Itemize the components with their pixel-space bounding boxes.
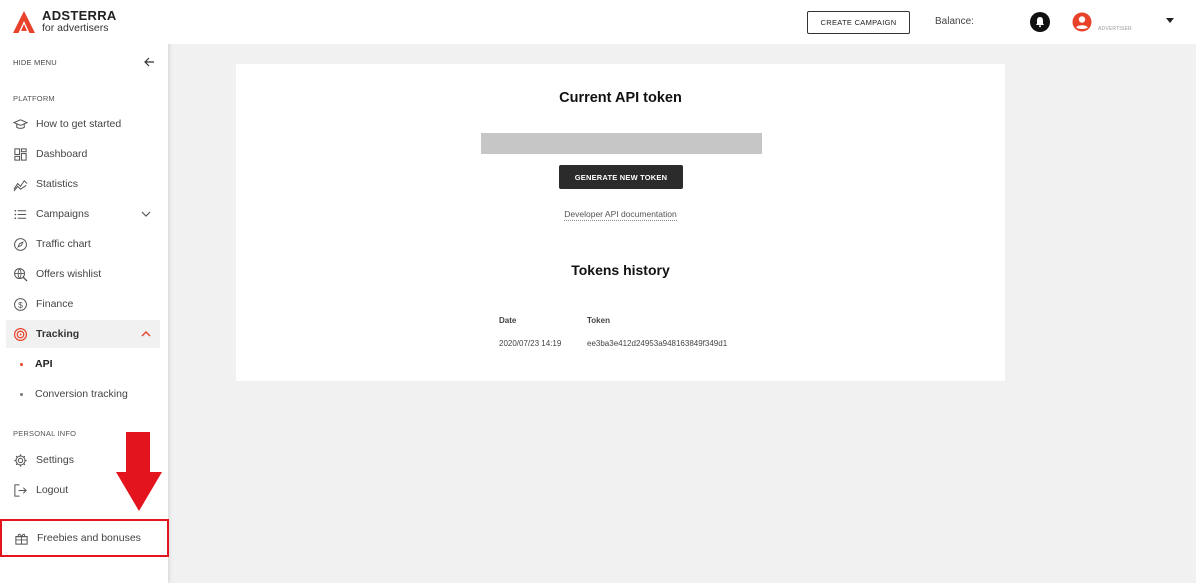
dashboard-icon	[13, 147, 28, 162]
hide-menu-label: HIDE MENU	[13, 57, 57, 67]
brand-name: ADSTERRA	[42, 8, 117, 23]
sidebar-item-label: Settings	[36, 454, 74, 466]
gift-icon	[14, 531, 29, 546]
sidebar-item-label: How to get started	[36, 118, 122, 130]
hide-menu-toggle[interactable]: HIDE MENU	[13, 53, 155, 71]
annotation-arrow-icon	[116, 432, 162, 511]
caret-down-icon[interactable]	[1166, 18, 1174, 24]
top-bar: CREATE CAMPAIGN Balance: ADVERTISER	[168, 0, 1196, 44]
dollar-icon: $	[13, 297, 28, 312]
developer-api-docs-link[interactable]: Developer API documentation	[564, 209, 677, 221]
chevron-up-icon	[141, 331, 151, 337]
sidebar-item-finance[interactable]: $ Finance	[6, 290, 160, 318]
sidebar-item-dashboard[interactable]: Dashboard	[6, 140, 160, 168]
sidebar-item-label: Freebies and bonuses	[37, 532, 141, 544]
graduation-cap-icon	[13, 117, 28, 132]
sidebar-item-statistics[interactable]: Statistics	[6, 170, 160, 198]
tokens-history-title: Tokens history	[571, 262, 670, 278]
balance-label: Balance:	[935, 16, 974, 27]
sidebar-item-label: Logout	[36, 484, 69, 496]
sidebar-item-offers-wishlist[interactable]: Offers wishlist	[6, 260, 160, 288]
sidebar-item-how-to-get-started[interactable]: How to get started	[6, 110, 160, 138]
arrow-left-icon	[144, 57, 154, 67]
column-header-token: Token	[587, 316, 610, 325]
account-role: ADVERTISER	[1098, 26, 1132, 32]
current-token-title: Current API token	[559, 90, 682, 106]
brand-logo[interactable]: ADSTERRA for advertisers	[12, 9, 117, 34]
generate-new-token-button[interactable]: GENERATE NEW TOKEN	[559, 165, 683, 189]
bullet-icon	[20, 392, 23, 396]
search-globe-icon	[13, 267, 28, 282]
sidebar-item-label: Traffic chart	[36, 238, 91, 250]
sidebar-item-label: Statistics	[36, 178, 79, 190]
statistics-icon	[13, 177, 28, 192]
sidebar-item-label: Offers wishlist	[36, 268, 102, 280]
sidebar-subitem-conversion-tracking[interactable]: Conversion tracking	[6, 381, 160, 407]
sidebar-item-label: Tracking	[36, 328, 80, 340]
sidebar-item-freebies-and-bonuses[interactable]: Freebies and bonuses	[0, 519, 169, 557]
bell-icon	[1036, 17, 1044, 28]
sidebar-subitem-label: Conversion tracking	[35, 388, 128, 400]
sidebar-item-campaigns[interactable]: Campaigns	[6, 200, 160, 228]
sidebar-item-label: Finance	[36, 298, 74, 310]
bullet-icon	[20, 362, 23, 366]
sidebar-item-traffic-chart[interactable]: Traffic chart	[6, 230, 160, 258]
sidebar-subitem-api[interactable]: API	[6, 351, 160, 377]
app-root: ADSTERRA for advertisers HIDE MENU PLATF…	[0, 0, 1196, 583]
compass-icon	[13, 237, 28, 252]
notifications-button[interactable]	[1030, 12, 1050, 32]
column-header-date: Date	[499, 316, 517, 325]
create-campaign-button[interactable]: CREATE CAMPAIGN	[807, 11, 910, 34]
sidebar-item-tracking[interactable]: Tracking	[6, 320, 160, 348]
brand-subtitle: for advertisers	[42, 22, 109, 34]
history-row-token: ee3ba3e412d24953a948163849f349d1	[587, 339, 728, 348]
gear-icon	[13, 453, 28, 468]
sidebar-item-label: Dashboard	[36, 148, 88, 160]
sidebar-subitem-label: API	[35, 358, 53, 370]
logout-icon	[13, 483, 28, 498]
sidebar-item-label: Campaigns	[36, 208, 90, 220]
chevron-down-icon	[141, 211, 151, 217]
current-token-field[interactable]	[481, 133, 762, 154]
history-row-date: 2020/07/23 14:19	[499, 339, 562, 348]
personal-info-section-label: PERSONAL INFO	[13, 429, 77, 438]
avatar-icon[interactable]	[1072, 12, 1092, 32]
svg-text:$: $	[18, 299, 23, 309]
adsterra-logo-icon	[13, 11, 35, 33]
list-icon	[13, 207, 28, 222]
target-icon	[13, 327, 28, 342]
platform-section-label: PLATFORM	[13, 94, 55, 103]
api-token-card: Current API token GENERATE NEW TOKEN Dev…	[236, 64, 1005, 381]
